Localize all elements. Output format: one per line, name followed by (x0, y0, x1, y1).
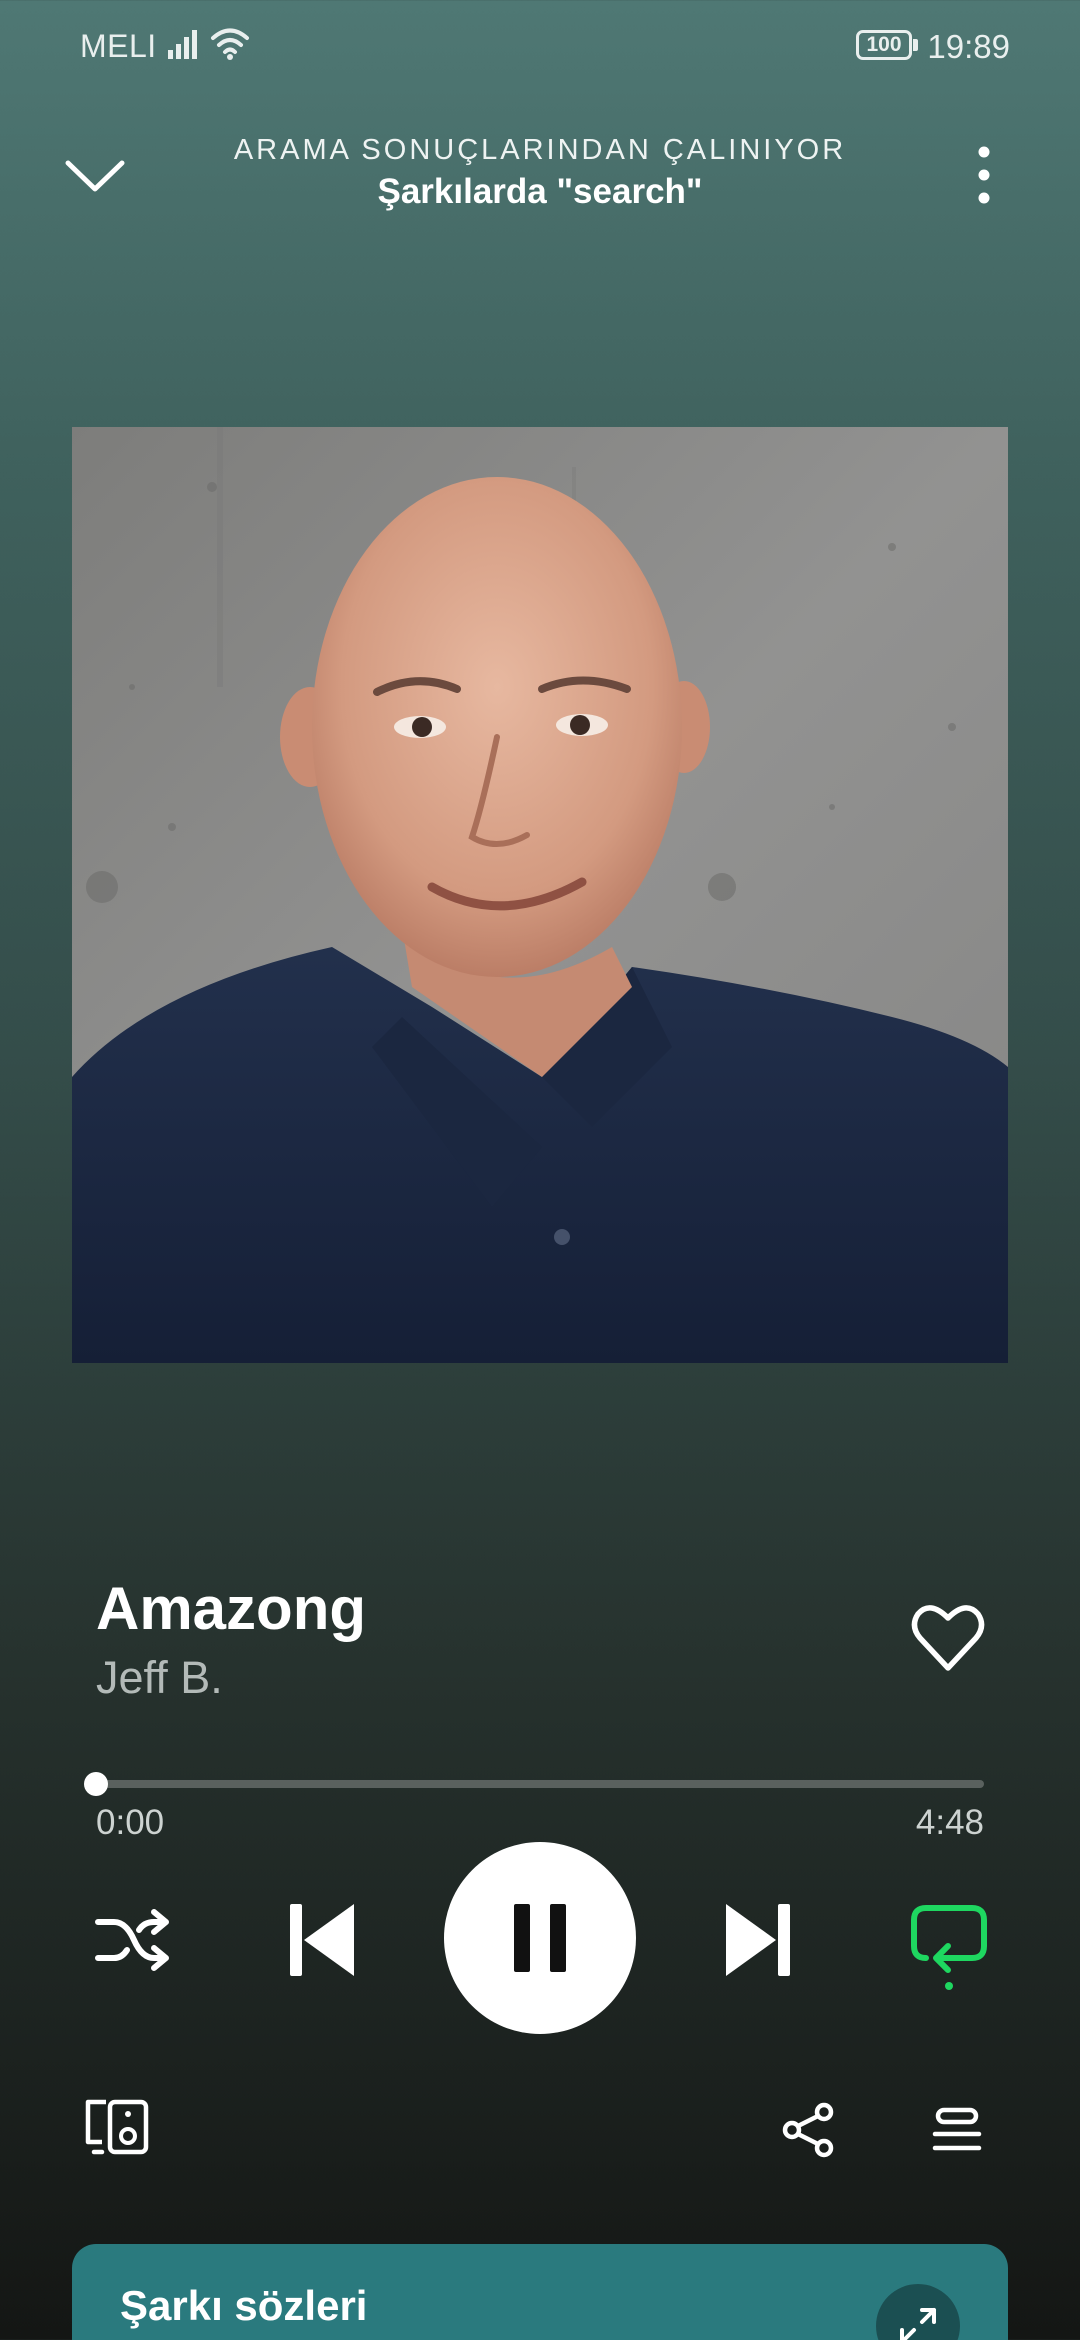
track-artist[interactable]: Jeff B. (96, 1652, 223, 1704)
progress-knob[interactable] (84, 1772, 108, 1796)
progress-bar[interactable] (84, 1772, 984, 1796)
playing-from-context[interactable]: Şarkılarda "search" (180, 172, 900, 212)
heart-icon[interactable] (908, 1598, 988, 1678)
pause-button[interactable] (444, 1842, 636, 2034)
carrier-label: MELI (80, 28, 157, 64)
skip-previous-icon[interactable] (282, 1898, 362, 1982)
lyrics-title: Şarkı sözleri (120, 2282, 368, 2329)
wifi-icon (211, 28, 249, 60)
pause-icon (514, 1904, 566, 1972)
expand-icon (900, 2308, 936, 2340)
artwork-portrait (72, 427, 1008, 1363)
more-options-button[interactable] (960, 140, 1008, 210)
track-title[interactable]: Amazong (96, 1574, 366, 1643)
connect-device-icon[interactable] (84, 2098, 152, 2156)
skip-next-icon[interactable] (718, 1898, 798, 1982)
signal-icon (168, 30, 197, 59)
battery-level: 100 (856, 30, 912, 60)
repeat-icon[interactable] (906, 1896, 992, 1992)
total-time: 4:48 (915, 1803, 984, 1842)
shuffle-icon[interactable] (92, 1900, 172, 1980)
lyrics-card[interactable]: Şarkı sözleri (72, 2244, 1008, 2340)
playing-from-label: ARAMA SONUÇLARINDAN ÇALINIYOR (233, 134, 847, 166)
queue-icon[interactable] (932, 2106, 982, 2156)
collapse-player-button[interactable] (60, 145, 130, 205)
status-bar: MELI 100 19:89 (0, 0, 1080, 90)
elapsed-time: 0:00 (96, 1803, 165, 1842)
clock: 19:89 (927, 28, 1010, 65)
share-icon[interactable] (780, 2102, 836, 2158)
battery-icon: 100 (856, 30, 918, 60)
album-artwork (72, 427, 1008, 1363)
expand-lyrics-button[interactable] (876, 2284, 960, 2340)
